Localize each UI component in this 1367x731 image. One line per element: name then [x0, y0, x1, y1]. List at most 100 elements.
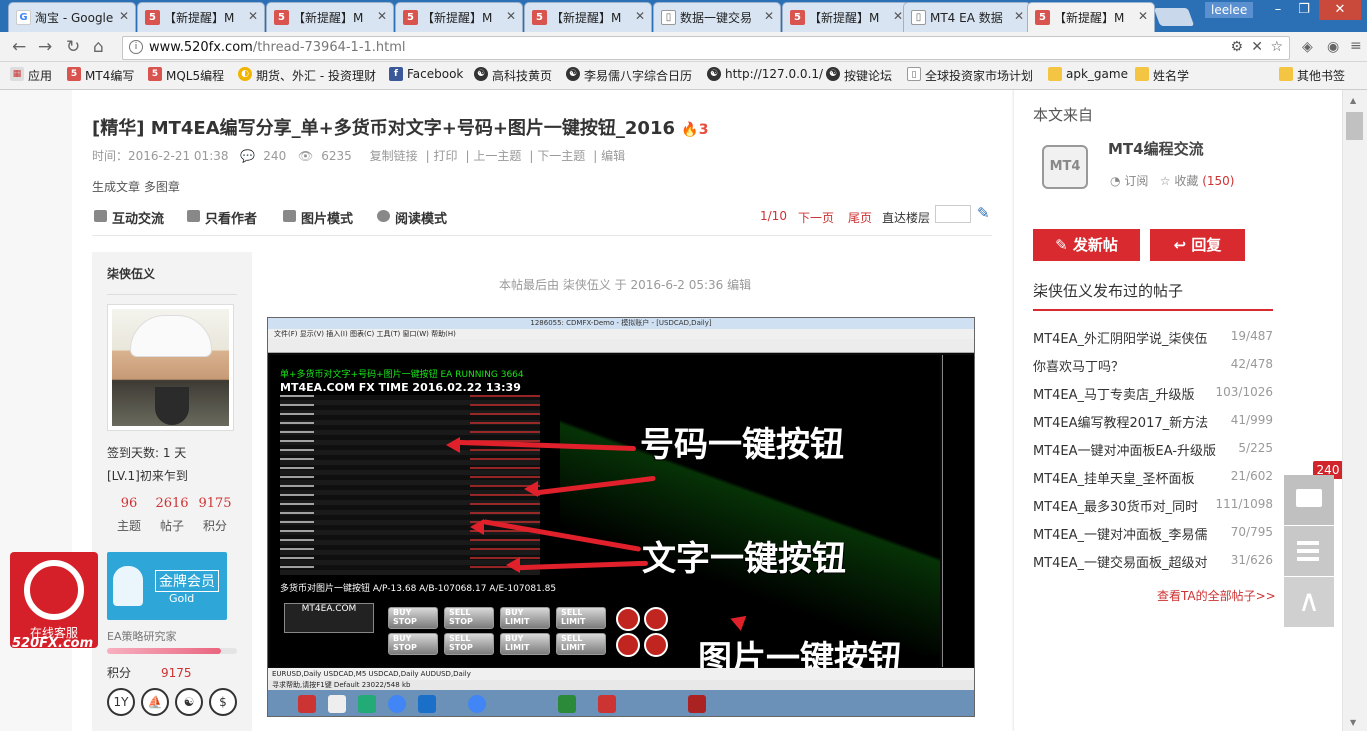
- minimize-icon[interactable]: –: [1265, 0, 1291, 20]
- reply-button[interactable]: ↩ 回复: [1150, 229, 1245, 261]
- bookmark-folder[interactable]: 姓名学: [1135, 67, 1189, 84]
- star-icon[interactable]: ☆: [1160, 174, 1171, 188]
- bookmark-item[interactable]: ☯ http://127.0.0.1/: [707, 67, 823, 81]
- thread-tags[interactable]: 生成文章 多图章: [92, 178, 180, 195]
- image-mode-button[interactable]: 图片模式: [281, 208, 353, 227]
- stat-threads[interactable]: 96 主题: [107, 496, 151, 534]
- favorite-link[interactable]: 收藏: [1174, 174, 1198, 188]
- browser-tab[interactable]: 5 【新提醒】M ✕: [524, 2, 652, 32]
- read-mode-button[interactable]: 阅读模式: [375, 208, 447, 227]
- back-to-top-button[interactable]: ∧: [1284, 577, 1334, 627]
- bookmark-folder[interactable]: apk_game: [1048, 67, 1128, 81]
- close-icon[interactable]: ✕: [1251, 39, 1263, 55]
- badge-dollar-icon[interactable]: $: [209, 688, 237, 716]
- bookmark-star-icon[interactable]: ☆: [1270, 39, 1283, 55]
- list-item[interactable]: MT4EA_最多30货币对_同时 111/1098: [1033, 496, 1273, 515]
- new-tab-button[interactable]: [1153, 8, 1195, 26]
- browser-tab[interactable]: 5 【新提醒】M ✕: [137, 2, 265, 32]
- next-page-link[interactable]: 下一页: [798, 209, 834, 226]
- badge-boat-icon[interactable]: ⛵: [141, 688, 169, 716]
- menu-icon[interactable]: ≡: [1350, 38, 1362, 54]
- translate-icon[interactable]: ⚙: [1230, 39, 1243, 55]
- bookmark-item[interactable]: ☯ 高科技黄页: [474, 67, 552, 84]
- reload-icon[interactable]: ↻: [66, 37, 80, 57]
- list-item[interactable]: MT4EA_一键对冲面板_李易儒 70/795: [1033, 524, 1273, 543]
- bookmark-apps[interactable]: ▦ 应用: [10, 67, 52, 84]
- print-link[interactable]: 打印: [434, 149, 458, 163]
- profile-name[interactable]: leelee: [1205, 2, 1254, 18]
- avatar[interactable]: [107, 304, 234, 431]
- user-level[interactable]: [LV.1]初来乍到: [107, 467, 188, 484]
- maximize-icon[interactable]: ❐: [1291, 0, 1317, 20]
- home-icon[interactable]: ⌂: [93, 37, 104, 57]
- list-item[interactable]: MT4EA编写教程2017_新方法 41/999: [1033, 412, 1273, 431]
- extension-icon[interactable]: ◉: [1327, 39, 1339, 55]
- jump-floor-input[interactable]: [935, 205, 971, 223]
- rss-icon[interactable]: ◔: [1110, 174, 1120, 188]
- list-item[interactable]: MT4EA_挂单天皇_圣杯面板 21/602: [1033, 468, 1273, 487]
- close-tab-icon[interactable]: ✕: [1014, 9, 1024, 23]
- browser-tab[interactable]: 5 【新提醒】M ✕: [782, 2, 910, 32]
- close-tab-icon[interactable]: ✕: [1138, 9, 1148, 23]
- close-tab-icon[interactable]: ✕: [893, 9, 903, 23]
- forum-name[interactable]: MT4编程交流: [1108, 138, 1204, 159]
- interactive-button[interactable]: 互动交流: [92, 208, 164, 227]
- list-item[interactable]: MT4EA一键对冲面板EA-升级版 5/225: [1033, 440, 1273, 459]
- badge-1y-icon[interactable]: 1Y: [107, 688, 135, 716]
- list-float-button[interactable]: [1284, 526, 1334, 576]
- close-tab-icon[interactable]: ✕: [635, 9, 645, 23]
- extension-icon[interactable]: ◈: [1302, 39, 1313, 55]
- scroll-up-icon[interactable]: ▲: [1350, 96, 1356, 105]
- subscribe-link[interactable]: 订阅: [1124, 174, 1148, 188]
- back-icon[interactable]: ←: [12, 37, 26, 57]
- browser-tab[interactable]: G 淘宝 - Google ✕: [8, 2, 136, 32]
- bookmark-item[interactable]: ☯ 按键论坛: [826, 67, 892, 84]
- post-image-mt4[interactable]: 1286055: CDMFX-Demo - 模拟账户 - [USDCAD,Dai…: [267, 317, 975, 717]
- prev-thread-link[interactable]: 上一主题: [473, 149, 521, 163]
- stat-posts[interactable]: 2616 帖子: [150, 496, 194, 534]
- last-page-link[interactable]: 尾页: [848, 209, 872, 226]
- list-item[interactable]: MT4EA_外汇阴阳学说_柒侠伍 19/487: [1033, 328, 1273, 347]
- info-icon[interactable]: i: [129, 40, 143, 54]
- browser-tab[interactable]: ▯ 数据一键交易 ✕: [653, 2, 781, 32]
- comment-float-button[interactable]: [1284, 475, 1334, 525]
- browser-tab[interactable]: ▯ MT4 EA 数据 ✕: [903, 2, 1031, 32]
- close-tab-icon[interactable]: ✕: [764, 9, 774, 23]
- close-tab-icon[interactable]: ✕: [248, 9, 258, 23]
- bookmark-item[interactable]: 5 MT4编写: [67, 67, 134, 84]
- online-service-widget[interactable]: 在线客服 520FX.com: [10, 552, 98, 651]
- badge-yinyang-icon[interactable]: ☯: [175, 688, 203, 716]
- copy-link[interactable]: 复制链接: [370, 149, 418, 163]
- close-tab-icon[interactable]: ✕: [506, 9, 516, 23]
- list-item[interactable]: 你喜欢马丁吗？ 42/478: [1033, 356, 1273, 375]
- scroll-thumb[interactable]: [1346, 112, 1363, 140]
- stat-points[interactable]: 9175 积分: [193, 496, 237, 534]
- close-window-icon[interactable]: ✕: [1319, 0, 1361, 20]
- thread-tools: 互动交流 只看作者 图片模式 阅读模式 1/10 下一页 尾页 直达楼层 ✎: [92, 204, 992, 236]
- scroll-down-icon[interactable]: ▼: [1350, 718, 1356, 727]
- new-thread-button[interactable]: ✎ 发新帖: [1033, 229, 1140, 261]
- forward-icon[interactable]: →: [38, 37, 52, 57]
- browser-tab[interactable]: 5 【新提醒】M ✕: [266, 2, 394, 32]
- browser-tab[interactable]: 5 【新提醒】M ✕: [395, 2, 523, 32]
- close-tab-icon[interactable]: ✕: [119, 9, 129, 23]
- list-item[interactable]: MT4EA_马丁专卖店_升级版 103/1026: [1033, 384, 1273, 403]
- browser-tab-active[interactable]: 5 【新提醒】M ✕: [1027, 2, 1155, 32]
- list-item[interactable]: MT4EA_一键交易面板_超级对 31/626: [1033, 552, 1273, 571]
- close-tab-icon[interactable]: ✕: [377, 9, 387, 23]
- bookmark-item[interactable]: ☯ 李易儒八字综合日历: [566, 67, 692, 84]
- page-scrollbar[interactable]: ▲ ▼: [1342, 90, 1367, 731]
- bookmark-item[interactable]: ◐ 期货、外汇 - 投资理财: [238, 67, 376, 84]
- view-all-posts-link[interactable]: 查看TA的全部帖子>>: [1157, 587, 1276, 604]
- bookmark-item[interactable]: f Facebook: [389, 67, 463, 81]
- bookmark-folder-other[interactable]: 其他书签: [1279, 67, 1345, 84]
- edit-link[interactable]: 编辑: [601, 149, 625, 163]
- bookmark-item[interactable]: 5 MQL5编程: [148, 67, 224, 84]
- author-only-button[interactable]: 只看作者: [185, 208, 257, 227]
- url-input[interactable]: i www.520fx.com/thread-73964-1-1.html ⚙ …: [122, 36, 1290, 60]
- author-name[interactable]: 柒侠伍义: [107, 265, 155, 282]
- forum-logo[interactable]: MT4: [1042, 145, 1088, 189]
- next-thread-link[interactable]: 下一主题: [537, 149, 585, 163]
- pen-icon[interactable]: ✎: [977, 204, 990, 222]
- bookmark-item[interactable]: ▯ 全球投资家市场计划: [907, 67, 1033, 84]
